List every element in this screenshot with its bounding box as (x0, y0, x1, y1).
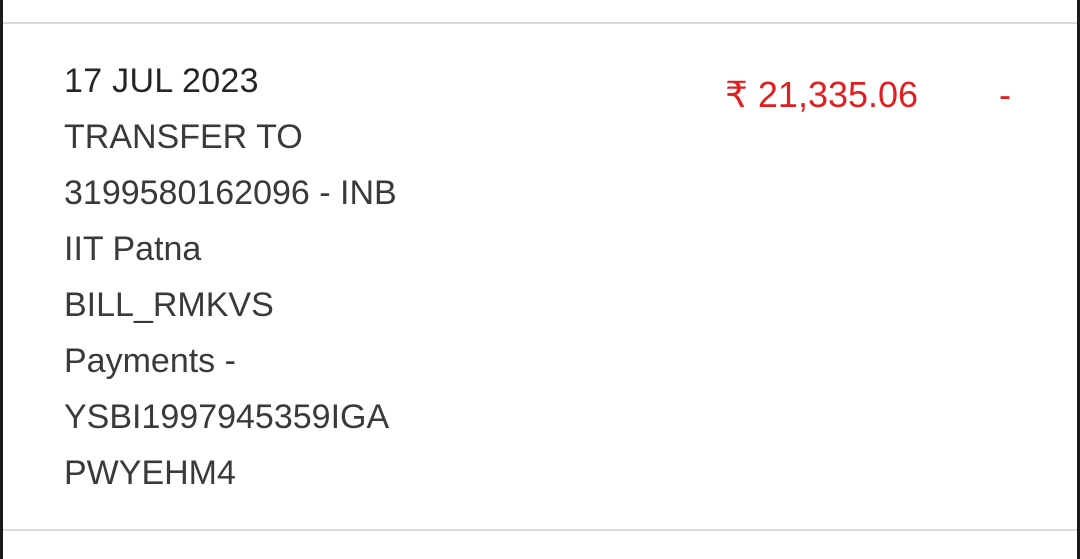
debit-amount: ₹ 21,335.06 (725, 74, 919, 115)
transaction-date: 17 JUL 2023 (64, 62, 259, 100)
description-line-1: TRANSFER TO (64, 118, 303, 156)
description-line-7: PWYEHM4 (64, 454, 236, 492)
transaction-row[interactable]: 17 JUL 2023 TRANSFER TO 3199580162096 - … (3, 24, 1077, 529)
description-line-2: 3199580162096 - INB (64, 174, 397, 212)
transaction-panel: 17 JUL 2023 TRANSFER TO 3199580162096 - … (0, 0, 1080, 559)
description-line-5: Payments - (64, 342, 236, 380)
description-line-4: BILL_RMKVS (64, 286, 274, 324)
bottom-divider (3, 529, 1077, 531)
description-line-3: IIT Patna (64, 230, 202, 268)
amount-suffix: - (999, 74, 1011, 115)
description-line-6: YSBI1997945359IGA (64, 398, 390, 436)
